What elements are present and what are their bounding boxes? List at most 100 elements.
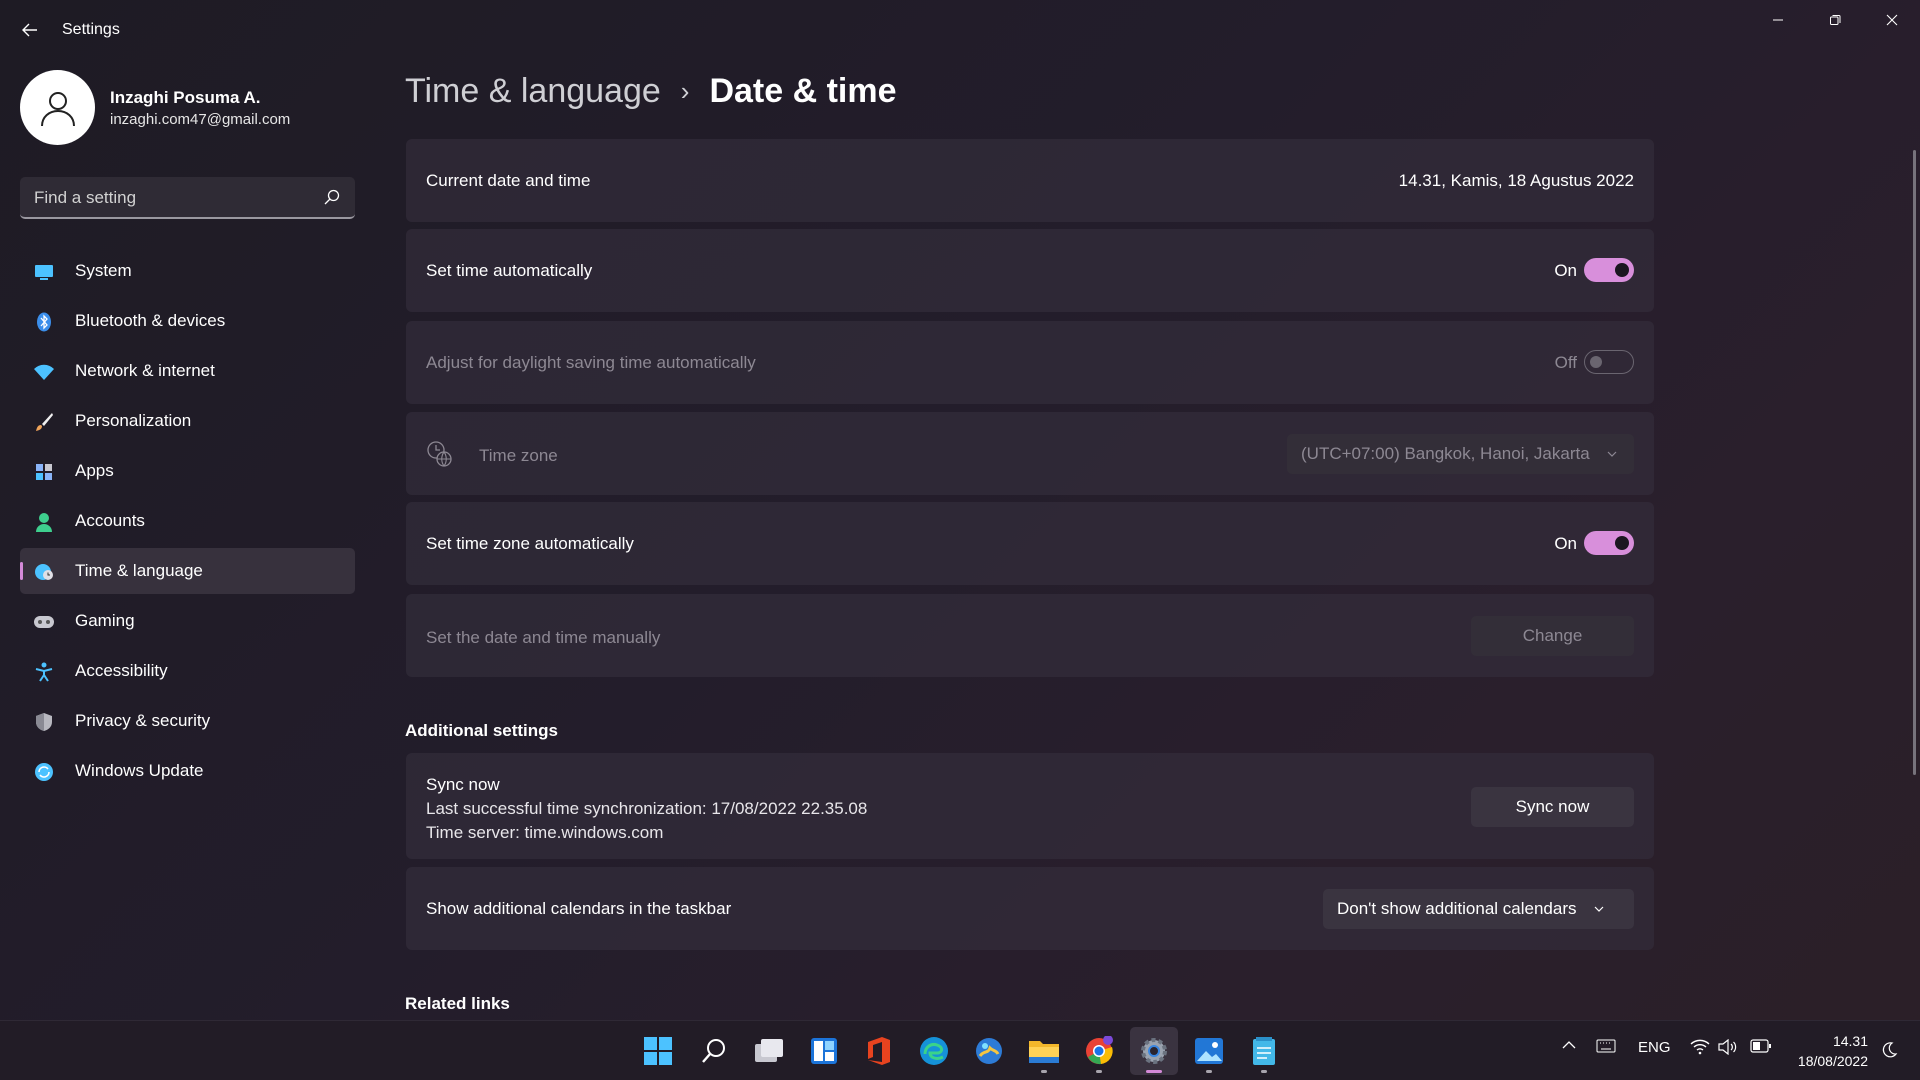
daylight-saving-state: Off xyxy=(1554,353,1577,372)
search-input[interactable] xyxy=(34,187,314,209)
app-title: Settings xyxy=(62,21,120,38)
current-datetime-value: 14.31, Kamis, 18 Agustus 2022 xyxy=(1398,171,1634,190)
monitor-icon xyxy=(34,262,54,282)
windows-start-icon xyxy=(644,1037,672,1065)
network-button[interactable] xyxy=(1690,1039,1710,1055)
task-view-icon xyxy=(755,1039,783,1062)
change-button[interactable]: Change xyxy=(1471,616,1634,656)
battery-icon xyxy=(1750,1039,1771,1053)
search-box[interactable] xyxy=(20,177,355,219)
time-server-text: Time server: time.windows.com xyxy=(426,823,664,842)
daylight-saving-label: Adjust for daylight saving time automati… xyxy=(426,353,756,372)
file-explorer-icon xyxy=(1029,1041,1059,1063)
sidebar-item-windows-update[interactable]: Windows Update xyxy=(20,748,355,794)
show-hidden-icons-button[interactable] xyxy=(1561,1039,1577,1051)
sidebar-item-apps[interactable]: Apps xyxy=(20,448,355,494)
volume-button[interactable] xyxy=(1718,1039,1738,1055)
widgets-button[interactable] xyxy=(800,1027,848,1075)
task-view-button[interactable] xyxy=(745,1027,793,1075)
daylight-saving-toggle[interactable] xyxy=(1584,350,1634,374)
chevron-down-icon xyxy=(1607,451,1617,457)
title-bar: Settings xyxy=(0,0,1920,60)
user-profile[interactable]: Inzaghi Posuma A. inzaghi.com47@gmail.co… xyxy=(20,70,360,146)
sidebar-item-label: Apps xyxy=(75,461,114,480)
timezone-dropdown[interactable]: (UTC+07:00) Bangkok, Hanoi, Jakarta xyxy=(1287,434,1634,474)
sidebar-item-personalization[interactable]: Personalization xyxy=(20,398,355,444)
file-explorer-app[interactable] xyxy=(1020,1027,1068,1075)
sidebar-item-time-language[interactable]: Time & language xyxy=(20,548,355,594)
person-icon xyxy=(40,91,75,126)
shield-icon xyxy=(34,712,54,732)
set-time-auto-toggle[interactable] xyxy=(1584,258,1634,282)
taskbar-clock[interactable]: 14.31 18/08/2022 xyxy=(1788,1031,1868,1071)
sidebar-item-label: Gaming xyxy=(75,611,135,630)
set-timezone-auto-toggle[interactable] xyxy=(1584,531,1634,555)
sidebar-item-gaming[interactable]: Gaming xyxy=(20,598,355,644)
wifi-icon xyxy=(34,362,54,382)
language-indicator[interactable]: ENG xyxy=(1638,1039,1671,1056)
photos-icon xyxy=(976,1038,1002,1064)
manual-datetime-card: Set the date and time manually Change xyxy=(406,594,1654,677)
back-button[interactable] xyxy=(14,14,46,46)
breadcrumb-parent[interactable]: Time & language xyxy=(405,72,661,111)
edge-app[interactable] xyxy=(910,1027,958,1075)
additional-calendars-card: Show additional calendars in the taskbar… xyxy=(406,867,1654,950)
sidebar-item-label: Accounts xyxy=(75,511,145,530)
chrome-icon xyxy=(1086,1036,1113,1065)
additional-calendars-dropdown[interactable]: Don't show additional calendars xyxy=(1323,889,1634,929)
focus-assist-button[interactable] xyxy=(1880,1041,1898,1059)
notepad-icon xyxy=(1253,1037,1275,1065)
touch-keyboard-button[interactable] xyxy=(1596,1039,1616,1053)
close-button[interactable] xyxy=(1863,0,1920,40)
running-indicator xyxy=(1146,1070,1162,1073)
brush-icon xyxy=(34,412,54,432)
sidebar-item-network[interactable]: Network & internet xyxy=(20,348,355,394)
sidebar-item-label: Privacy & security xyxy=(75,711,211,730)
breadcrumb: Time & language › Date & time xyxy=(405,72,897,111)
sidebar-item-system[interactable]: System xyxy=(20,248,355,294)
notepad-app[interactable] xyxy=(1240,1027,1288,1075)
running-indicator xyxy=(1206,1070,1212,1073)
office-app[interactable] xyxy=(855,1027,903,1075)
widgets-icon xyxy=(811,1038,837,1064)
bluetooth-icon xyxy=(34,312,54,332)
timezone-card: Time zone (UTC+07:00) Bangkok, Hanoi, Ja… xyxy=(406,412,1654,495)
chrome-app[interactable] xyxy=(1075,1027,1123,1075)
sidebar-item-accessibility[interactable]: Accessibility xyxy=(20,648,355,694)
sidebar-item-accounts[interactable]: Accounts xyxy=(20,498,355,544)
sync-title: Sync now xyxy=(426,775,500,794)
taskbar-search-button[interactable] xyxy=(690,1027,738,1075)
set-time-auto-state: On xyxy=(1554,261,1577,280)
sidebar-item-label: Bluetooth & devices xyxy=(75,311,226,330)
person-icon xyxy=(34,512,54,532)
sidebar-nav: System Bluetooth & devices Network & int… xyxy=(20,248,355,798)
office-icon xyxy=(868,1037,890,1065)
sync-info: Sync now Last successful time synchroniz… xyxy=(426,773,867,845)
scrollbar[interactable] xyxy=(1913,150,1916,775)
sidebar-item-label: Network & internet xyxy=(75,361,215,380)
sidebar-item-label: Personalization xyxy=(75,411,192,430)
sync-now-button[interactable]: Sync now xyxy=(1471,787,1634,827)
minimize-button[interactable] xyxy=(1749,0,1806,40)
sidebar-item-bluetooth[interactable]: Bluetooth & devices xyxy=(20,298,355,344)
settings-icon xyxy=(1141,1038,1167,1064)
battery-button[interactable] xyxy=(1750,1039,1772,1053)
search-icon[interactable] xyxy=(323,188,341,206)
apps-icon xyxy=(34,462,54,482)
timezone-label: Time zone xyxy=(479,446,558,465)
globe-clock-icon xyxy=(34,562,54,582)
related-links-heading: Related links xyxy=(405,994,510,1013)
photos-viewer-app[interactable] xyxy=(1185,1027,1233,1075)
sidebar-item-label: Windows Update xyxy=(75,761,204,780)
start-button[interactable] xyxy=(634,1027,682,1075)
sidebar-item-label: System xyxy=(75,261,132,280)
sidebar-item-privacy[interactable]: Privacy & security xyxy=(20,698,355,744)
settings-app[interactable] xyxy=(1130,1027,1178,1075)
avatar xyxy=(20,70,95,145)
set-timezone-auto-state: On xyxy=(1554,534,1577,553)
photos-app[interactable] xyxy=(965,1027,1013,1075)
running-indicator xyxy=(1041,1070,1047,1073)
edge-icon xyxy=(920,1037,948,1065)
running-indicator xyxy=(1261,1070,1267,1073)
maximize-button[interactable] xyxy=(1806,0,1863,40)
